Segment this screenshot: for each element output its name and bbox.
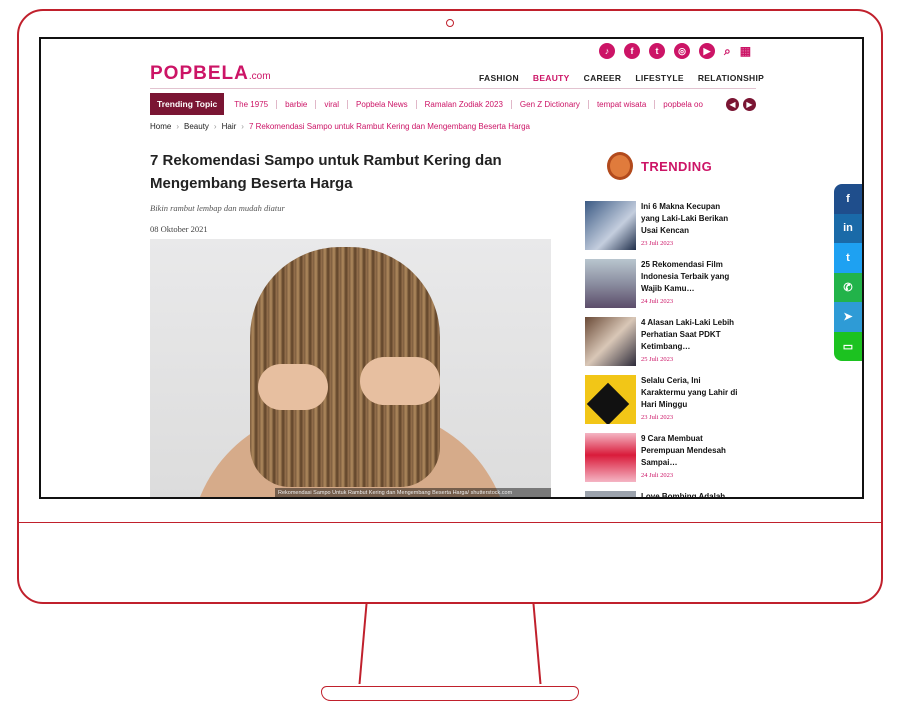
share-bar: f in t ✆ ➤ ▭ <box>834 184 862 361</box>
trending-item-title[interactable]: 9 Cara Membuat Perempuan Mendesah Sampai… <box>641 433 741 469</box>
twitter-icon[interactable]: t <box>834 243 862 273</box>
trending-item[interactable]: 9 Cara Membuat Perempuan Mendesah Sampai… <box>585 433 745 491</box>
trending-topic-list: The 1975 barbie viral Popbela News Ramal… <box>232 99 722 109</box>
trending-list: Ini 6 Makna Kecupan yang Laki-Laki Berik… <box>585 201 745 497</box>
youtube-icon[interactable]: ▶ <box>699 43 715 59</box>
trending-thumbnail[interactable] <box>585 375 636 424</box>
tiktok-icon[interactable]: ♪ <box>599 43 615 59</box>
trending-header: TRENDING <box>607 152 712 180</box>
stand-left <box>358 604 368 684</box>
breadcrumb-beauty[interactable]: Beauty <box>184 122 209 131</box>
breadcrumb: Home › Beauty › Hair › 7 Rekomendasi Sam… <box>150 122 530 131</box>
trending-item[interactable]: Selalu Ceria, Ini Karaktermu yang Lahir … <box>585 375 745 433</box>
breadcrumb-hair[interactable]: Hair <box>222 122 237 131</box>
line-icon[interactable]: ▭ <box>834 331 862 361</box>
nav-fashion[interactable]: FASHION <box>479 73 519 83</box>
article-subtitle: Bikin rambut lembap dan mudah diatur <box>150 203 285 213</box>
search-icon[interactable]: ⌕ <box>724 44 731 59</box>
trending-topic-item[interactable]: Gen Z Dictionary <box>510 99 588 109</box>
trending-arrows: ◀ ▶ <box>726 97 756 111</box>
trending-topic-item[interactable]: popbela oo <box>654 99 711 109</box>
telegram-icon[interactable]: ➤ <box>834 302 862 332</box>
trending-thumbnail[interactable] <box>585 259 636 308</box>
trending-topic-item[interactable]: Popbela News <box>347 99 416 109</box>
header-divider <box>150 88 756 89</box>
trending-item[interactable]: 4 Alasan Laki-Laki Lebih Perhatian Saat … <box>585 317 745 375</box>
stand-base <box>321 686 579 701</box>
site-logo[interactable]: POPBELA.com <box>150 63 271 85</box>
trending-item-title[interactable]: 4 Alasan Laki-Laki Lebih Perhatian Saat … <box>641 317 741 353</box>
trending-item-title[interactable]: Ini 6 Makna Kecupan yang Laki-Laki Berik… <box>641 201 741 237</box>
trending-topic-item[interactable]: tempat wisata <box>587 99 654 109</box>
chevron-right-icon: › <box>213 122 217 131</box>
logo-text: POPBELA <box>150 63 249 84</box>
web-page: ♪ f t ◎ ▶ ⌕ ▦ POPBELA.com FASHION BEAUTY… <box>41 39 862 497</box>
trending-topic-item[interactable]: barbie <box>276 99 315 109</box>
trending-topic-item[interactable]: viral <box>315 99 347 109</box>
nav-beauty[interactable]: BEAUTY <box>533 73 570 83</box>
trending-title: TRENDING <box>641 158 713 174</box>
nav-lifestyle[interactable]: LIFESTYLE <box>635 73 684 83</box>
whatsapp-icon[interactable]: ✆ <box>834 272 862 302</box>
trending-thumbnail[interactable] <box>585 317 636 366</box>
trending-thumbnail[interactable] <box>585 201 636 250</box>
breadcrumb-current: 7 Rekomendasi Sampo untuk Rambut Kering … <box>248 122 530 131</box>
trending-item-title[interactable]: Selalu Ceria, Ini Karaktermu yang Lahir … <box>641 375 741 411</box>
trending-topic-label: Trending Topic <box>150 93 225 115</box>
screen: ♪ f t ◎ ▶ ⌕ ▦ POPBELA.com FASHION BEAUTY… <box>39 37 864 499</box>
trending-item-date: 23 Juli 2023 <box>641 414 674 421</box>
trending-item-title[interactable]: Love Bombing Adalah <box>641 491 741 497</box>
image-caption: Rekomendasi Sampo Untuk Rambut Kering da… <box>275 488 551 497</box>
article-hero-image: Rekomendasi Sampo Untuk Rambut Kering da… <box>150 239 551 497</box>
pizza-icon <box>607 152 633 180</box>
hero-hand-left <box>258 364 328 410</box>
twitter-icon[interactable]: t <box>649 43 665 59</box>
nav-relationship[interactable]: RELATIONSHIP <box>698 73 764 83</box>
trending-item-date: 25 Juli 2023 <box>641 356 674 363</box>
trending-item[interactable]: Love Bombing Adalah <box>585 491 745 497</box>
trending-item-date: 24 Juli 2023 <box>641 298 674 305</box>
trending-item-title[interactable]: 25 Rekomendasi Film Indonesia Terbaik ya… <box>641 259 741 295</box>
nav-career[interactable]: CAREER <box>584 73 622 83</box>
trending-item-date: 23 Juli 2023 <box>641 240 674 247</box>
chevron-right-icon: › <box>241 122 244 131</box>
webcam <box>446 19 454 27</box>
trending-topic-item[interactable]: The 1975 <box>232 100 276 109</box>
arrow-right-icon[interactable]: ▶ <box>743 97 756 111</box>
arrow-left-icon[interactable]: ◀ <box>726 97 739 111</box>
trending-item-date: 24 Juli 2023 <box>641 472 674 479</box>
article-date: 08 Oktober 2021 <box>150 224 208 234</box>
trending-topic-item[interactable]: Ramalan Zodiak 2023 <box>415 99 511 109</box>
trending-item[interactable]: 25 Rekomendasi Film Indonesia Terbaik ya… <box>585 259 745 317</box>
monitor-chin-line <box>19 522 881 523</box>
stand-right <box>532 604 542 684</box>
article-title: 7 Rekomendasi Sampo untuk Rambut Kering … <box>150 152 502 192</box>
breadcrumb-home[interactable]: Home <box>150 122 171 131</box>
instagram-icon[interactable]: ◎ <box>674 43 690 59</box>
hero-hand-right <box>360 357 440 405</box>
trending-item[interactable]: Ini 6 Makna Kecupan yang Laki-Laki Berik… <box>585 201 745 259</box>
grid-menu-icon[interactable]: ▦ <box>740 44 751 58</box>
facebook-icon[interactable]: f <box>834 184 862 214</box>
trending-thumbnail[interactable] <box>585 491 636 497</box>
logo-suffix: .com <box>248 71 271 82</box>
top-social-icons: ♪ f t ◎ ▶ ⌕ ▦ <box>599 43 751 59</box>
main-nav: FASHION BEAUTY CAREER LIFESTYLE RELATION… <box>479 73 764 83</box>
chevron-right-icon: › <box>176 122 180 131</box>
trending-topic-bar: Trending Topic The 1975 barbie viral Pop… <box>150 93 756 115</box>
facebook-icon[interactable]: f <box>624 43 640 59</box>
linkedin-icon[interactable]: in <box>834 213 862 243</box>
trending-thumbnail[interactable] <box>585 433 636 482</box>
